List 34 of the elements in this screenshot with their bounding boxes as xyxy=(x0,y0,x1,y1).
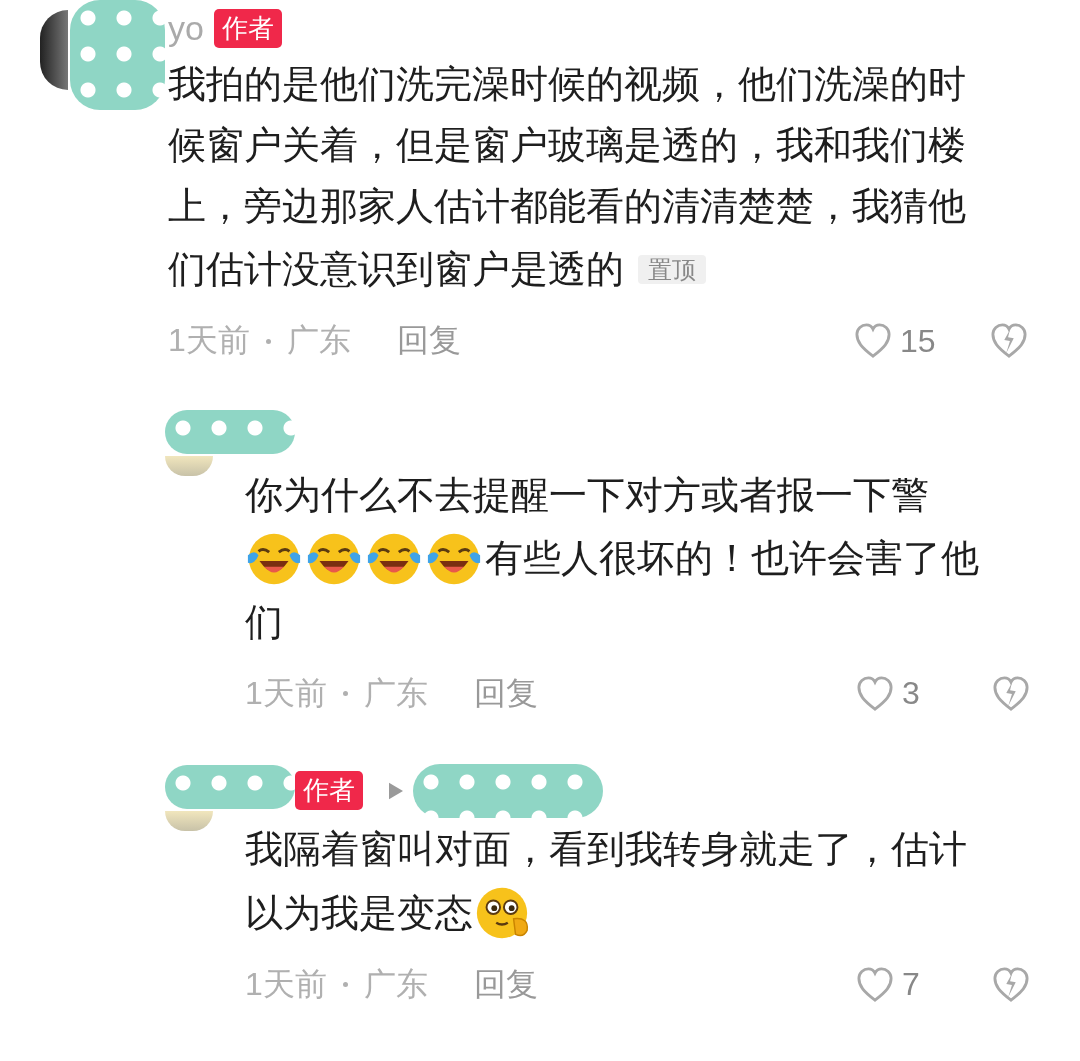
reply-link[interactable]: 回复 xyxy=(473,671,538,716)
avatar[interactable] xyxy=(40,10,68,90)
heart-icon[interactable] xyxy=(856,675,894,712)
author-badge: 作者 xyxy=(295,771,363,811)
timestamp: 1天前 xyxy=(245,964,327,1004)
heart-icon[interactable] xyxy=(854,323,892,360)
comment-text: 们估计没意识到窗户是透的 xyxy=(168,247,624,293)
username[interactable]: yo xyxy=(168,8,204,48)
like-count: 7 xyxy=(902,966,921,1004)
separator-dot xyxy=(342,982,348,988)
comment-text: 我隔着窗叫对面，看到我转身就走了，估计 xyxy=(245,827,967,873)
triangle-icon xyxy=(389,781,403,800)
broken-heart-icon[interactable] xyxy=(990,323,1028,360)
timestamp: 1天前 xyxy=(168,321,250,361)
like-count: 15 xyxy=(900,322,937,360)
broken-heart-icon[interactable] xyxy=(992,966,1030,1003)
separator-dot xyxy=(265,338,271,344)
timestamp: 1天前 xyxy=(245,673,327,713)
heart-icon[interactable] xyxy=(856,966,894,1003)
author-badge: 作者 xyxy=(213,8,282,48)
reply-link[interactable]: 回复 xyxy=(396,319,461,364)
broken-heart-icon[interactable] xyxy=(992,675,1030,712)
separator-dot xyxy=(342,691,348,697)
reply-link[interactable]: 回复 xyxy=(473,962,538,1007)
location: 广东 xyxy=(363,673,428,713)
location: 广东 xyxy=(286,321,351,361)
pinned-tag: 置顶 xyxy=(638,254,706,284)
like-count: 3 xyxy=(902,675,921,713)
location: 广东 xyxy=(363,964,428,1004)
comment-text: 以为我是变态 xyxy=(245,890,473,936)
comment-text: 有些人很坏的！也许会害了他 xyxy=(485,536,979,582)
comment-text: 你为什么不去提醒一下对方或者报一下警 xyxy=(245,472,929,518)
comment-text: 们 xyxy=(245,599,283,645)
comment-text: 我拍的是他们洗完澡时候的视频，他们洗澡的时候窗户关着，但是窗户玻璃是透的，我和我们楼上，旁边那家人估计都能看的清清楚楚，我猜他 xyxy=(168,62,967,229)
